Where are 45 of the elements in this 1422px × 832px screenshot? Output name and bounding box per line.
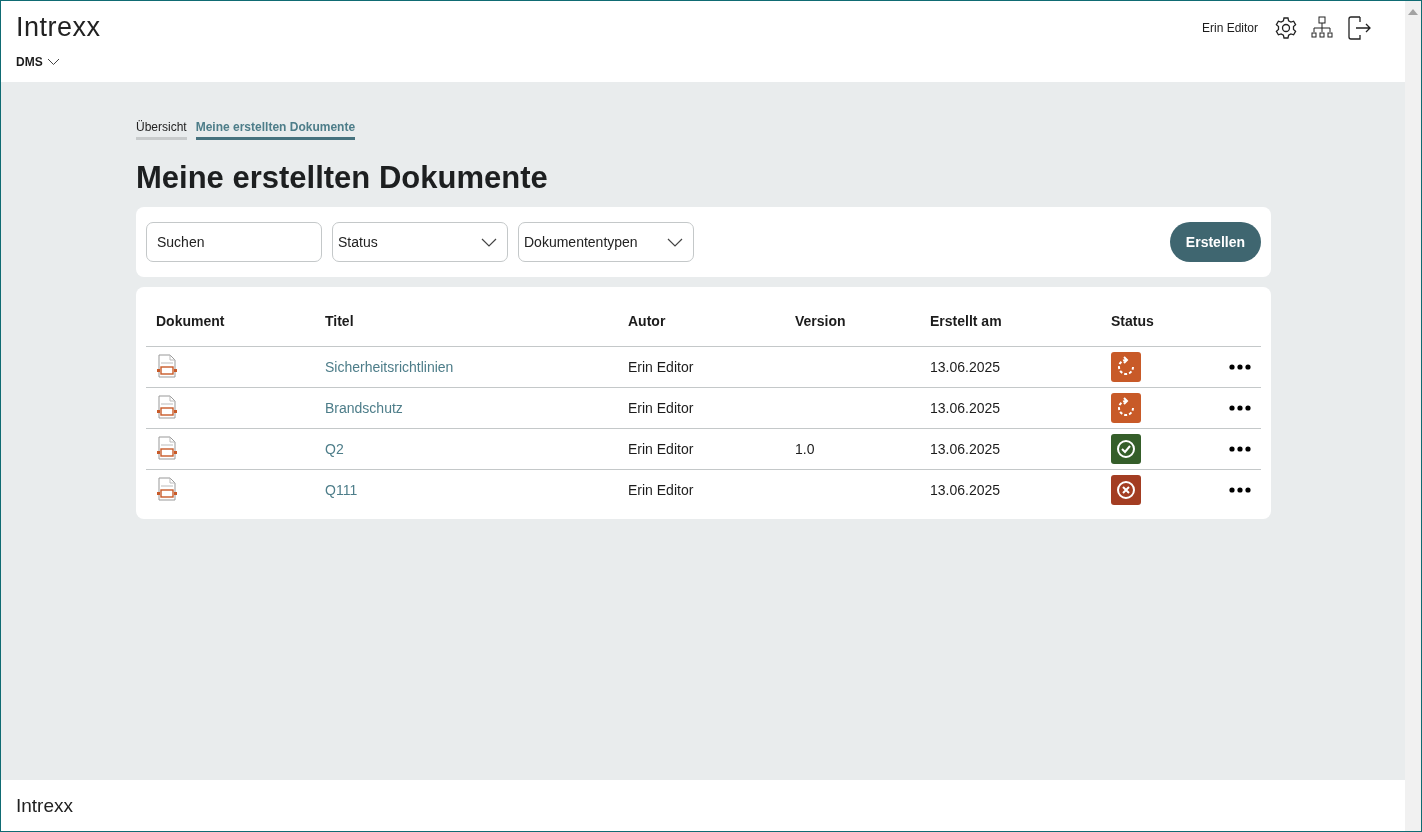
user-name: Erin Editor	[1201, 21, 1258, 35]
more-options-icon[interactable]	[1229, 405, 1251, 411]
column-header: Erstellt am	[930, 313, 1002, 329]
author-cell: Erin Editor	[628, 482, 694, 498]
document-title-link[interactable]: Q111	[325, 482, 358, 498]
document-title-link[interactable]: Brandschutz	[325, 400, 403, 416]
column-header: Autor	[628, 313, 666, 329]
created-date-cell: 13.06.2025	[930, 400, 1001, 416]
document-title-link[interactable]: Sicherheitsrichtlinien	[325, 359, 454, 375]
document-title-link[interactable]: Q2	[325, 441, 344, 457]
created-date-cell: 13.06.2025	[930, 359, 1001, 375]
author-cell: Erin Editor	[628, 359, 694, 375]
created-date-cell: 13.06.2025	[930, 482, 1001, 498]
version-cell: 1.0	[795, 441, 815, 457]
dropdown[interactable]: Dokumententypen	[518, 222, 694, 262]
chevron-down-icon	[481, 237, 497, 247]
chevron-down-icon	[667, 237, 683, 247]
column-header: Version	[795, 313, 846, 329]
footer-logo: Intrexx	[16, 794, 74, 817]
document-file-icon[interactable]	[156, 394, 178, 419]
dropdown[interactable]: Status	[332, 222, 508, 262]
create-button[interactable]: Erstellen	[1169, 222, 1261, 262]
search-field[interactable]: Suchen	[146, 222, 322, 262]
author-cell: Erin Editor	[628, 441, 694, 457]
settings-icon[interactable]	[1274, 16, 1298, 40]
created-date-cell: 13.06.2025	[930, 441, 1001, 457]
more-options-icon[interactable]	[1229, 487, 1251, 493]
document-file-icon[interactable]	[156, 353, 178, 378]
author-cell: Erin Editor	[628, 400, 694, 416]
chevron-down-icon	[46, 58, 60, 66]
column-header: Titel	[325, 313, 354, 329]
breadcrumb-tab[interactable]: Meine erstellten Dokumente	[195, 120, 356, 140]
document-file-icon[interactable]	[156, 476, 178, 501]
more-options-icon[interactable]	[1229, 446, 1251, 452]
document-file-icon[interactable]	[156, 435, 178, 460]
column-header: Status	[1111, 313, 1154, 329]
scrollbar[interactable]	[1405, 1, 1421, 831]
breadcrumb-tab[interactable]: Übersicht	[136, 120, 187, 140]
logout-icon[interactable]	[1346, 15, 1372, 41]
sitemap-icon[interactable]	[1310, 16, 1334, 40]
logo: Intrexx	[16, 12, 101, 43]
page-title: Meine erstellten Dokumente	[136, 160, 549, 196]
more-options-icon[interactable]	[1229, 364, 1251, 370]
app-menu[interactable]: DMS	[16, 55, 60, 69]
column-header: Dokument	[156, 313, 225, 329]
